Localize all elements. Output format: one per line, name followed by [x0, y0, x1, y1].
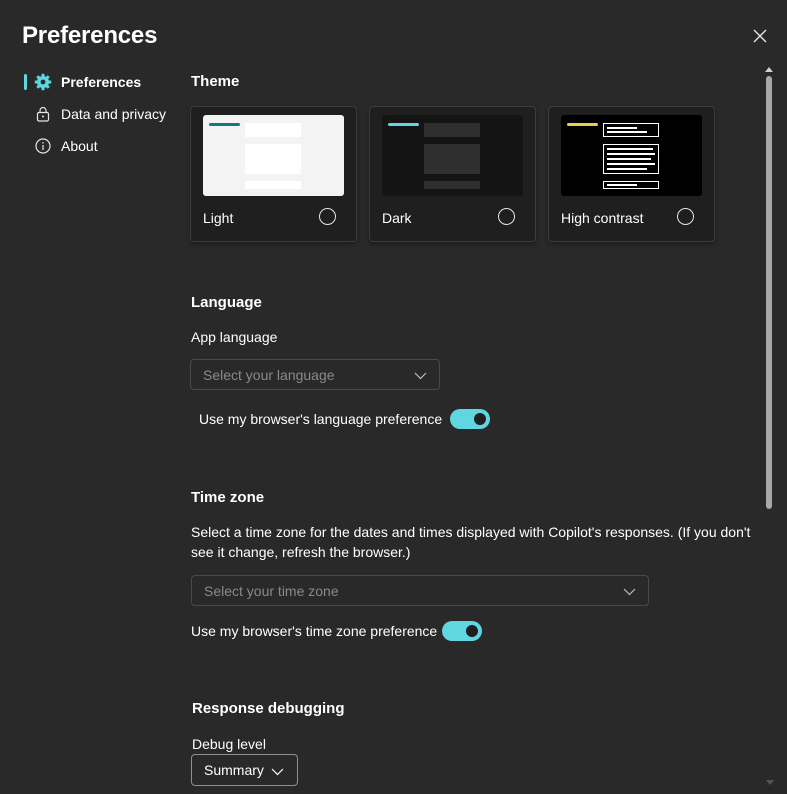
sidebar-item-label: Preferences: [61, 74, 142, 90]
info-icon: [34, 137, 52, 155]
timezone-description-line1: Select a time zone for the dates and tim…: [191, 524, 751, 540]
chevron-down-icon: [271, 768, 284, 776]
debugging-section-title: Response debugging: [192, 700, 345, 717]
theme-dark-radio[interactable]: [498, 208, 515, 225]
language-section-title: Language: [191, 294, 262, 311]
sidebar-item-data-and-privacy[interactable]: Data and privacy: [22, 98, 182, 130]
lock-icon: [34, 105, 52, 123]
browser-timezone-toggle-label: Use my browser's time zone preference: [191, 623, 438, 639]
dark-theme-preview: [382, 115, 523, 196]
theme-high-contrast-radio[interactable]: [677, 208, 694, 225]
language-dropdown-placeholder: Select your language: [203, 366, 335, 383]
scroll-down-arrow-icon[interactable]: [766, 780, 774, 786]
scrollbar-thumb[interactable]: [766, 76, 772, 509]
app-language-label: App language: [191, 329, 278, 345]
light-theme-preview: [203, 115, 344, 196]
theme-section-title: Theme: [191, 73, 240, 90]
theme-light-radio[interactable]: [319, 208, 336, 225]
chevron-down-icon: [623, 588, 636, 596]
language-dropdown[interactable]: Select your language: [190, 359, 440, 390]
debug-level-label: Debug level: [192, 736, 266, 752]
browser-language-toggle[interactable]: [450, 409, 490, 429]
browser-language-toggle-label: Use my browser's language preference: [199, 411, 443, 427]
scroll-up-arrow-icon[interactable]: [765, 66, 773, 72]
debug-level-value: Summary: [204, 762, 264, 778]
gear-icon: [34, 73, 52, 91]
debug-level-dropdown[interactable]: Summary: [191, 754, 298, 786]
timezone-dropdown-placeholder: Select your time zone: [204, 582, 339, 599]
timezone-section-title: Time zone: [191, 489, 265, 506]
close-icon: [753, 29, 767, 43]
timezone-description-line2: see it change, refresh the browser.): [191, 544, 411, 560]
sidebar-item-label: Data and privacy: [61, 106, 167, 122]
theme-option-label: Dark: [382, 210, 412, 226]
theme-option-high-contrast[interactable]: High contrast: [548, 106, 715, 242]
sidebar-nav: Preferences Data and privacy About: [22, 66, 182, 162]
theme-option-label: High contrast: [561, 210, 644, 226]
chevron-down-icon: [414, 372, 427, 380]
theme-option-light[interactable]: Light: [190, 106, 357, 242]
sidebar-item-label: About: [61, 138, 98, 154]
dialog-title: Preferences: [22, 22, 158, 49]
theme-option-label: Light: [203, 210, 234, 226]
theme-option-dark[interactable]: Dark: [369, 106, 536, 242]
close-button[interactable]: [748, 24, 772, 48]
sidebar-item-preferences[interactable]: Preferences: [22, 66, 182, 98]
browser-timezone-toggle[interactable]: [442, 621, 482, 641]
timezone-dropdown[interactable]: Select your time zone: [191, 575, 649, 606]
sidebar-item-about[interactable]: About: [22, 130, 182, 162]
high-contrast-theme-preview: [561, 115, 702, 196]
